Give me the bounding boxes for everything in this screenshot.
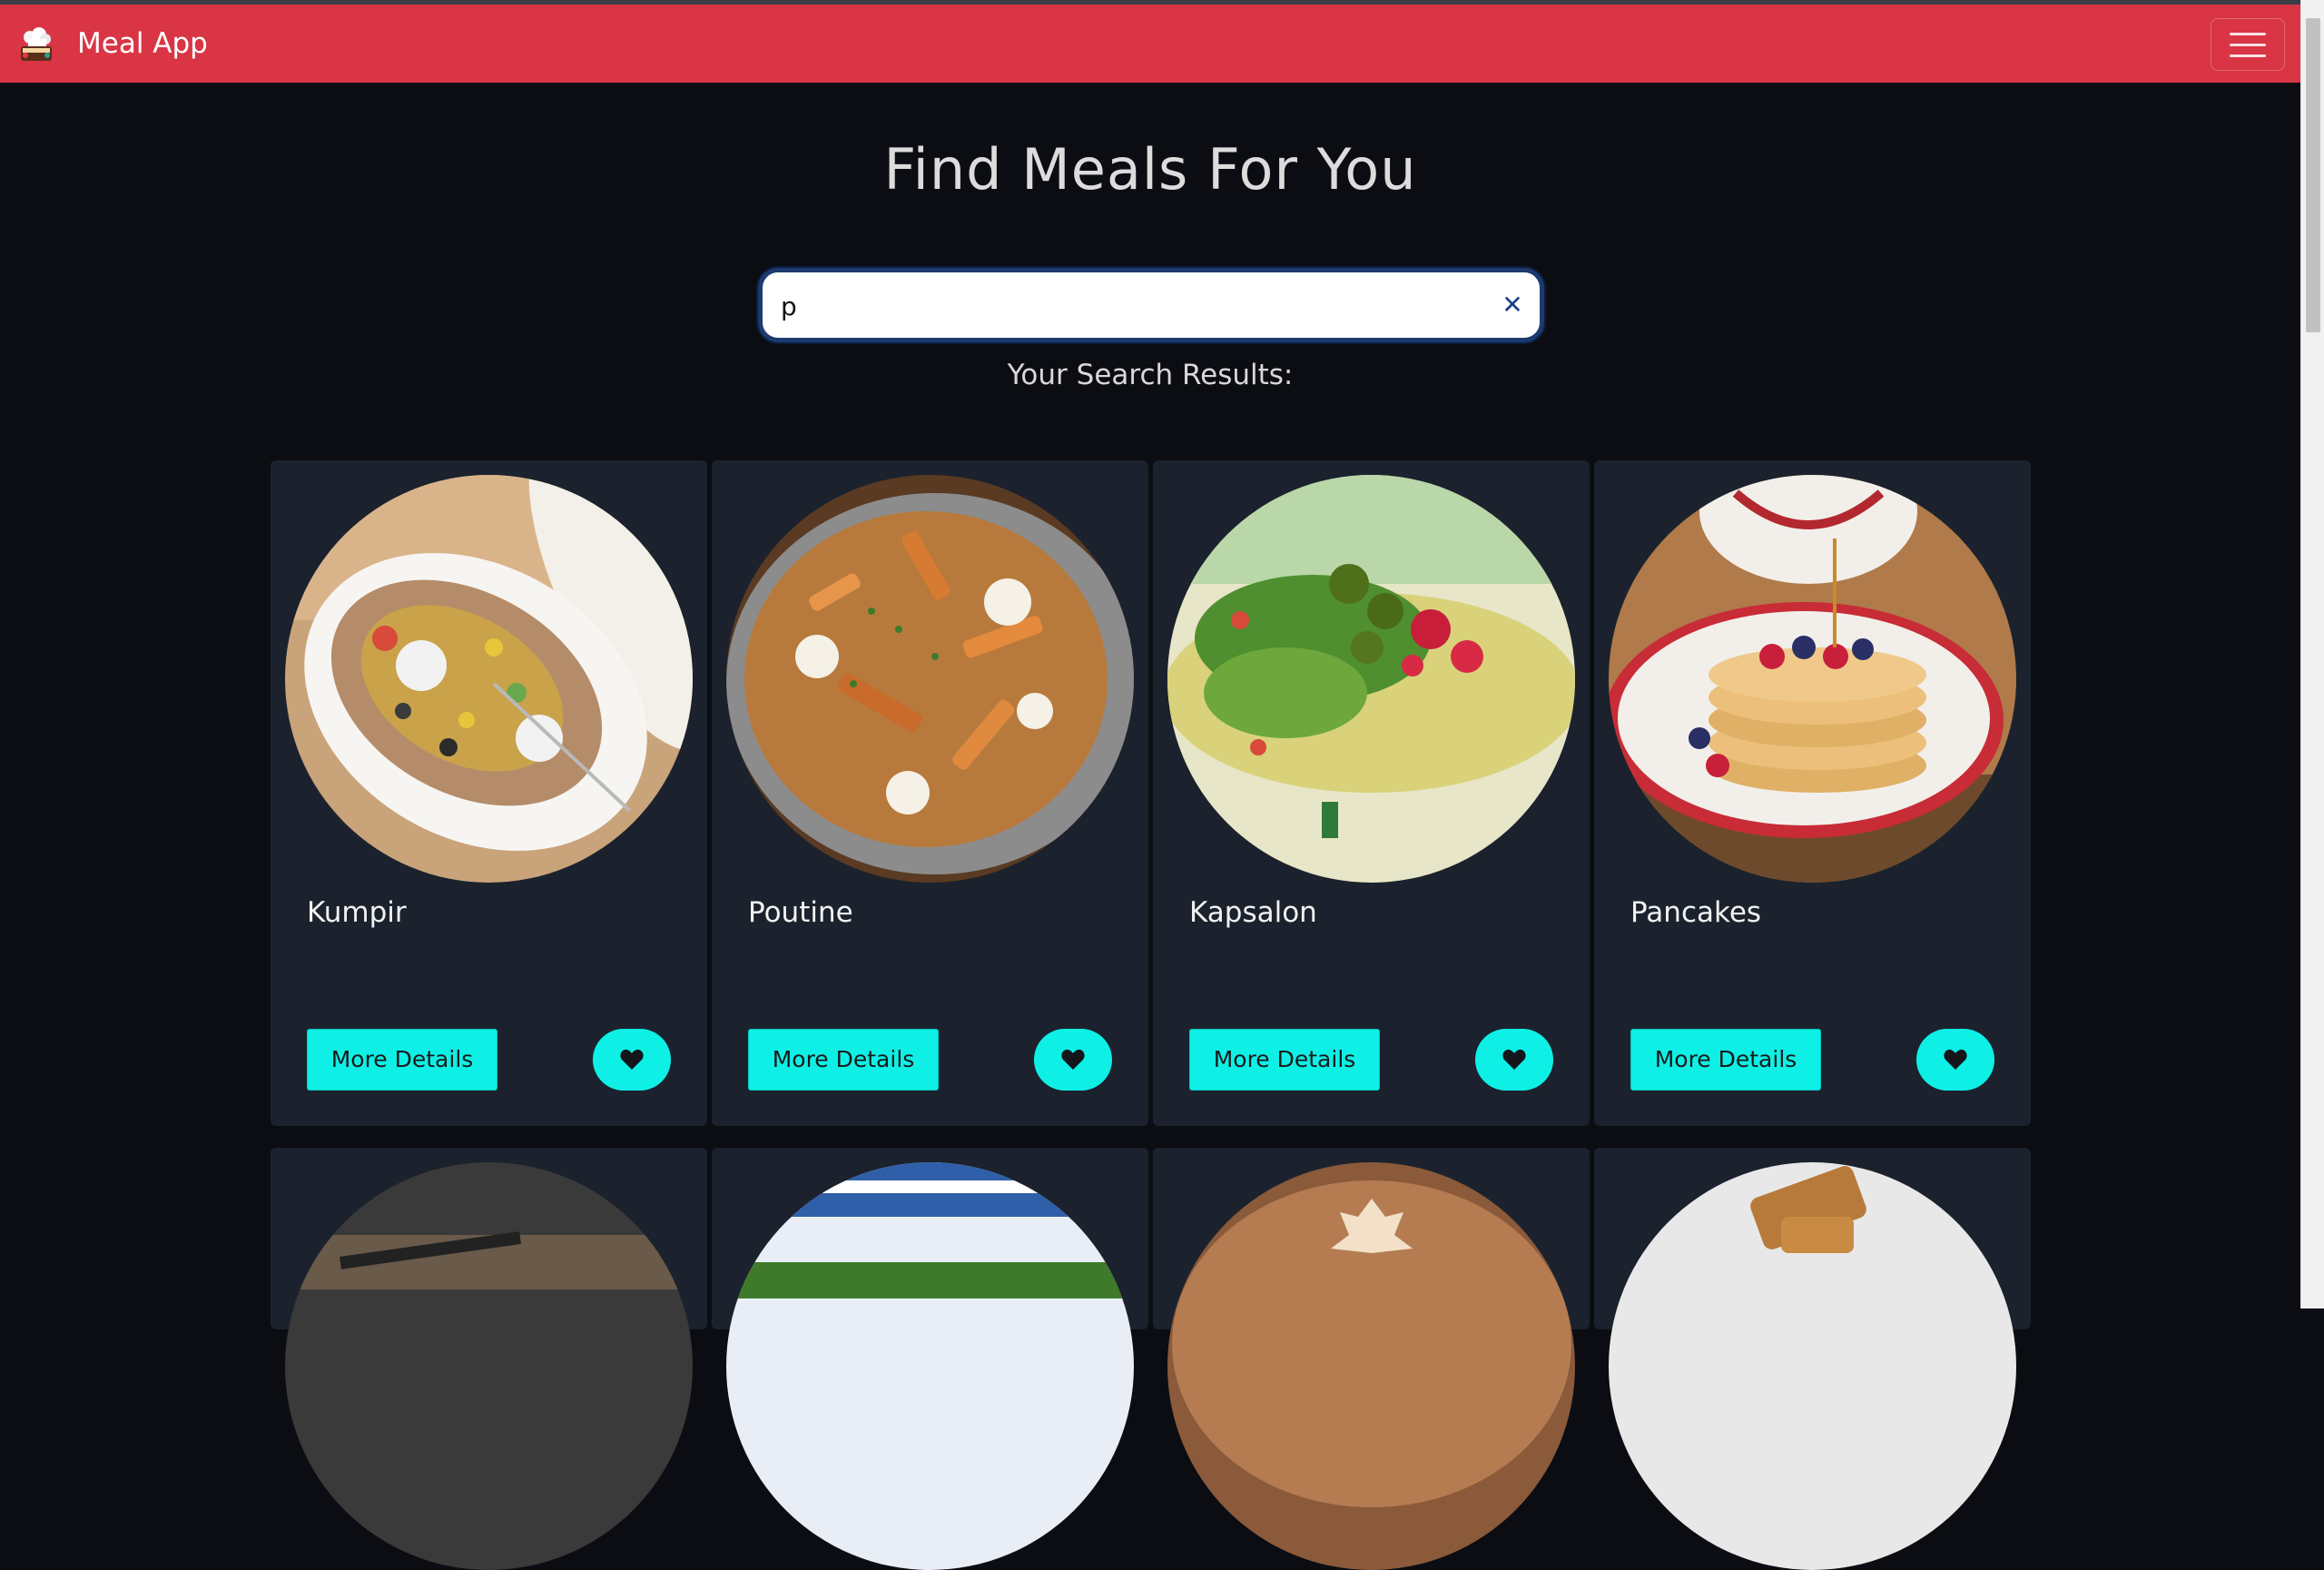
- more-details-button[interactable]: More Details: [748, 1029, 939, 1091]
- meal-title: Kumpir: [307, 896, 407, 929]
- meal-card: Kumpir More Details: [271, 460, 707, 1126]
- scrollbar-thumb[interactable]: [2306, 18, 2320, 332]
- favorite-button[interactable]: [593, 1029, 671, 1091]
- meal-image: [726, 1162, 1134, 1570]
- more-details-button[interactable]: More Details: [1630, 1029, 1821, 1091]
- meal-image: [1609, 475, 2016, 883]
- meal-image: [1609, 1162, 2016, 1570]
- close-icon[interactable]: ✕: [1496, 289, 1529, 321]
- meal-image: [285, 475, 693, 883]
- meal-title: Pancakes: [1630, 896, 1762, 929]
- page-scrollbar[interactable]: [2300, 0, 2324, 1308]
- heart-icon: [1502, 1049, 1526, 1070]
- heart-icon: [1061, 1049, 1085, 1070]
- heart-icon: [1944, 1049, 1967, 1070]
- search-input[interactable]: [781, 285, 1471, 327]
- meal-card: [712, 1148, 1148, 1570]
- meal-image: [1167, 1162, 1575, 1570]
- heart-icon: [620, 1049, 644, 1070]
- navbar: Meal App: [0, 5, 2300, 83]
- favorite-button[interactable]: [1916, 1029, 1994, 1091]
- meal-card: Poutine More Details: [712, 460, 1148, 1126]
- meal-title: Kapsalon: [1189, 896, 1317, 929]
- meal-card: [1594, 1148, 2031, 1570]
- search-box: ✕: [758, 268, 1544, 342]
- more-details-button[interactable]: More Details: [1189, 1029, 1380, 1091]
- meal-card: [1153, 1148, 1590, 1570]
- meal-card: [271, 1148, 707, 1570]
- meal-card: Pancakes More Details: [1594, 460, 2031, 1126]
- meal-image: [285, 1162, 693, 1570]
- meal-title: Poutine: [748, 896, 853, 929]
- brand-name[interactable]: Meal App: [77, 25, 208, 63]
- page-title: Find Meals For You: [883, 136, 1417, 202]
- favorite-button[interactable]: [1475, 1029, 1553, 1091]
- meal-image: [726, 475, 1134, 883]
- more-details-button[interactable]: More Details: [307, 1029, 497, 1091]
- results-heading: Your Search Results:: [1007, 359, 1294, 391]
- favorite-button[interactable]: [1034, 1029, 1112, 1091]
- hamburger-menu-icon[interactable]: [2211, 18, 2285, 71]
- meal-card: Kapsalon More Details: [1153, 460, 1590, 1126]
- chef-hat-logo-icon[interactable]: [15, 25, 57, 66]
- meal-image: [1167, 475, 1575, 883]
